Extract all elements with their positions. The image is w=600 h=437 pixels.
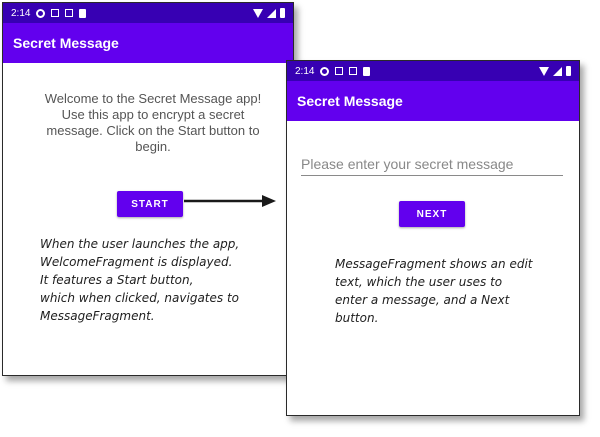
play-protect-icon [335,67,344,75]
message-fragment-annotation: MessageFragment shows an edit text, whic… [335,257,533,325]
notification-icon [349,67,358,75]
notification-icon [65,9,74,17]
sd-card-icon [363,66,371,76]
app-bar: Secret Message [287,81,579,121]
next-button[interactable]: NEXT [399,201,465,227]
secret-message-input[interactable] [301,153,563,176]
play-protect-icon [51,9,60,17]
welcome-fragment-annotation: When the user launches the app, WelcomeF… [40,237,240,323]
app-bar-title: Secret Message [297,93,403,109]
app-bar-title: Secret Message [13,35,119,51]
settings-icon [36,8,46,18]
message-screen: 2:14 Secret Message NEXT MessageFragment… [286,60,580,416]
wifi-icon [253,8,263,18]
signal-icon [267,8,276,18]
navigation-arrow-icon [184,195,276,207]
welcome-screen: 2:14 Secret Message Welcome to the Secre… [2,2,294,376]
start-button[interactable]: START [117,191,183,217]
sd-card-icon [79,8,87,18]
battery-icon [566,66,571,76]
status-bar: 2:14 [287,61,579,81]
battery-icon [280,8,285,18]
settings-icon [320,66,330,76]
welcome-text: Welcome to the Secret Message app! Use t… [44,91,262,154]
app-bar: Secret Message [3,23,293,63]
signal-icon [553,66,562,76]
wifi-icon [539,66,549,76]
status-bar: 2:14 [3,3,293,23]
status-time: 2:14 [11,7,31,19]
status-time: 2:14 [295,65,315,77]
